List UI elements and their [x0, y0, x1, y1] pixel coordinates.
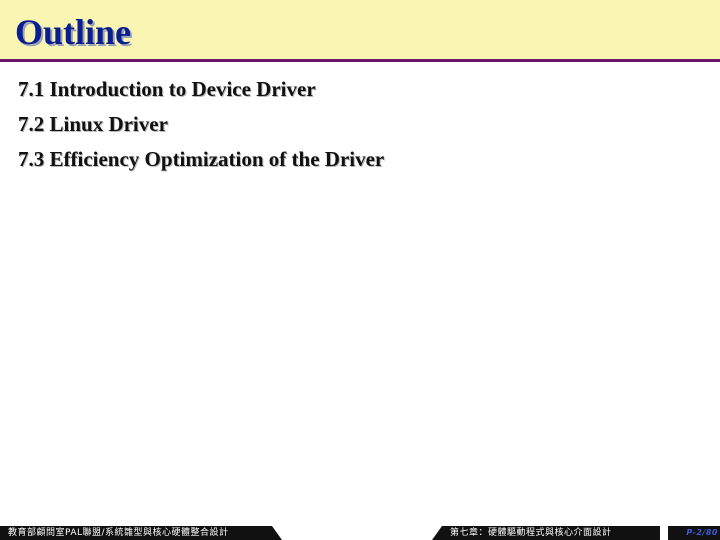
slide-title: Outline: [15, 12, 132, 52]
footer-course-text: 教育部顧問室PAL聯盟/系統雛型與核心硬體整合設計: [8, 528, 229, 538]
outline-list: 7.1 Introduction to Device Driver 7.2 Li…: [18, 72, 384, 177]
page-number-text: P-2/80: [686, 528, 718, 537]
outline-item-3: 7.3 Efficiency Optimization of the Drive…: [18, 147, 385, 171]
footer-chapter-text: 第七章：硬體驅動程式與核心介面設計: [450, 528, 612, 538]
footer-chapter-label: 第七章：硬體驅動程式與核心介面設計: [432, 526, 660, 540]
footer-page-number: P-2/80: [668, 526, 720, 540]
footer-course-label: 教育部顧問室PAL聯盟/系統雛型與核心硬體整合設計: [0, 526, 282, 540]
outline-item-1: 7.1 Introduction to Device Driver: [18, 77, 316, 101]
outline-item-2: 7.2 Linux Driver: [18, 112, 168, 136]
title-divider: [0, 59, 720, 62]
